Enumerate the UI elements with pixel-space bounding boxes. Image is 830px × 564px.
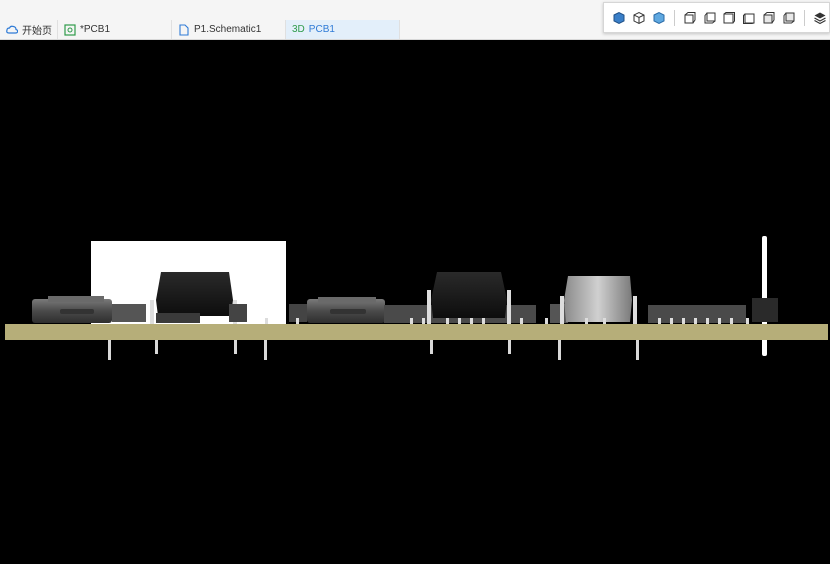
view-iso-icon[interactable] — [610, 9, 628, 27]
tab-label: P1.Schematic1 — [194, 24, 262, 35]
cloud-icon — [6, 24, 18, 36]
view-front-icon[interactable] — [681, 9, 699, 27]
tab-schematic[interactable]: P1.Schematic1 — [172, 20, 286, 39]
toolbar-divider — [804, 9, 806, 26]
usb-connector-middle — [307, 297, 385, 323]
toolbar-divider — [673, 9, 675, 26]
tab-pcb1[interactable]: *PCB1 — [58, 20, 172, 39]
3d-view-toolbar — [603, 2, 830, 33]
through-hole-leads — [108, 340, 639, 360]
pin-base — [752, 298, 778, 322]
tab-label: *PCB1 — [80, 24, 111, 35]
view-iso-wire-icon[interactable] — [630, 9, 648, 27]
ic-package-middle — [427, 272, 511, 326]
tab-start-page[interactable]: 开始页 — [0, 20, 58, 39]
pcb-icon — [64, 23, 76, 36]
small-component — [229, 304, 247, 322]
layers-icon[interactable] — [811, 9, 829, 27]
pcb-3d-render — [5, 236, 828, 360]
view-bottom-icon[interactable] — [780, 9, 798, 27]
tab-label: 开始页 — [22, 26, 52, 37]
view-back-icon[interactable] — [701, 9, 719, 27]
view-iso-shaded-icon[interactable] — [650, 9, 668, 27]
pcb-board — [5, 324, 828, 340]
tab-3d-pcb1[interactable]: 3D PCB1 — [286, 20, 400, 39]
document-icon — [178, 23, 190, 36]
3d-viewport[interactable] — [0, 40, 830, 559]
3d-icon: 3D — [292, 24, 305, 35]
view-top-icon[interactable] — [760, 9, 778, 27]
tab-label: PCB1 — [308, 24, 335, 35]
view-right-icon[interactable] — [740, 9, 758, 27]
view-left-icon[interactable] — [721, 9, 739, 27]
metal-can-component — [550, 276, 637, 324]
